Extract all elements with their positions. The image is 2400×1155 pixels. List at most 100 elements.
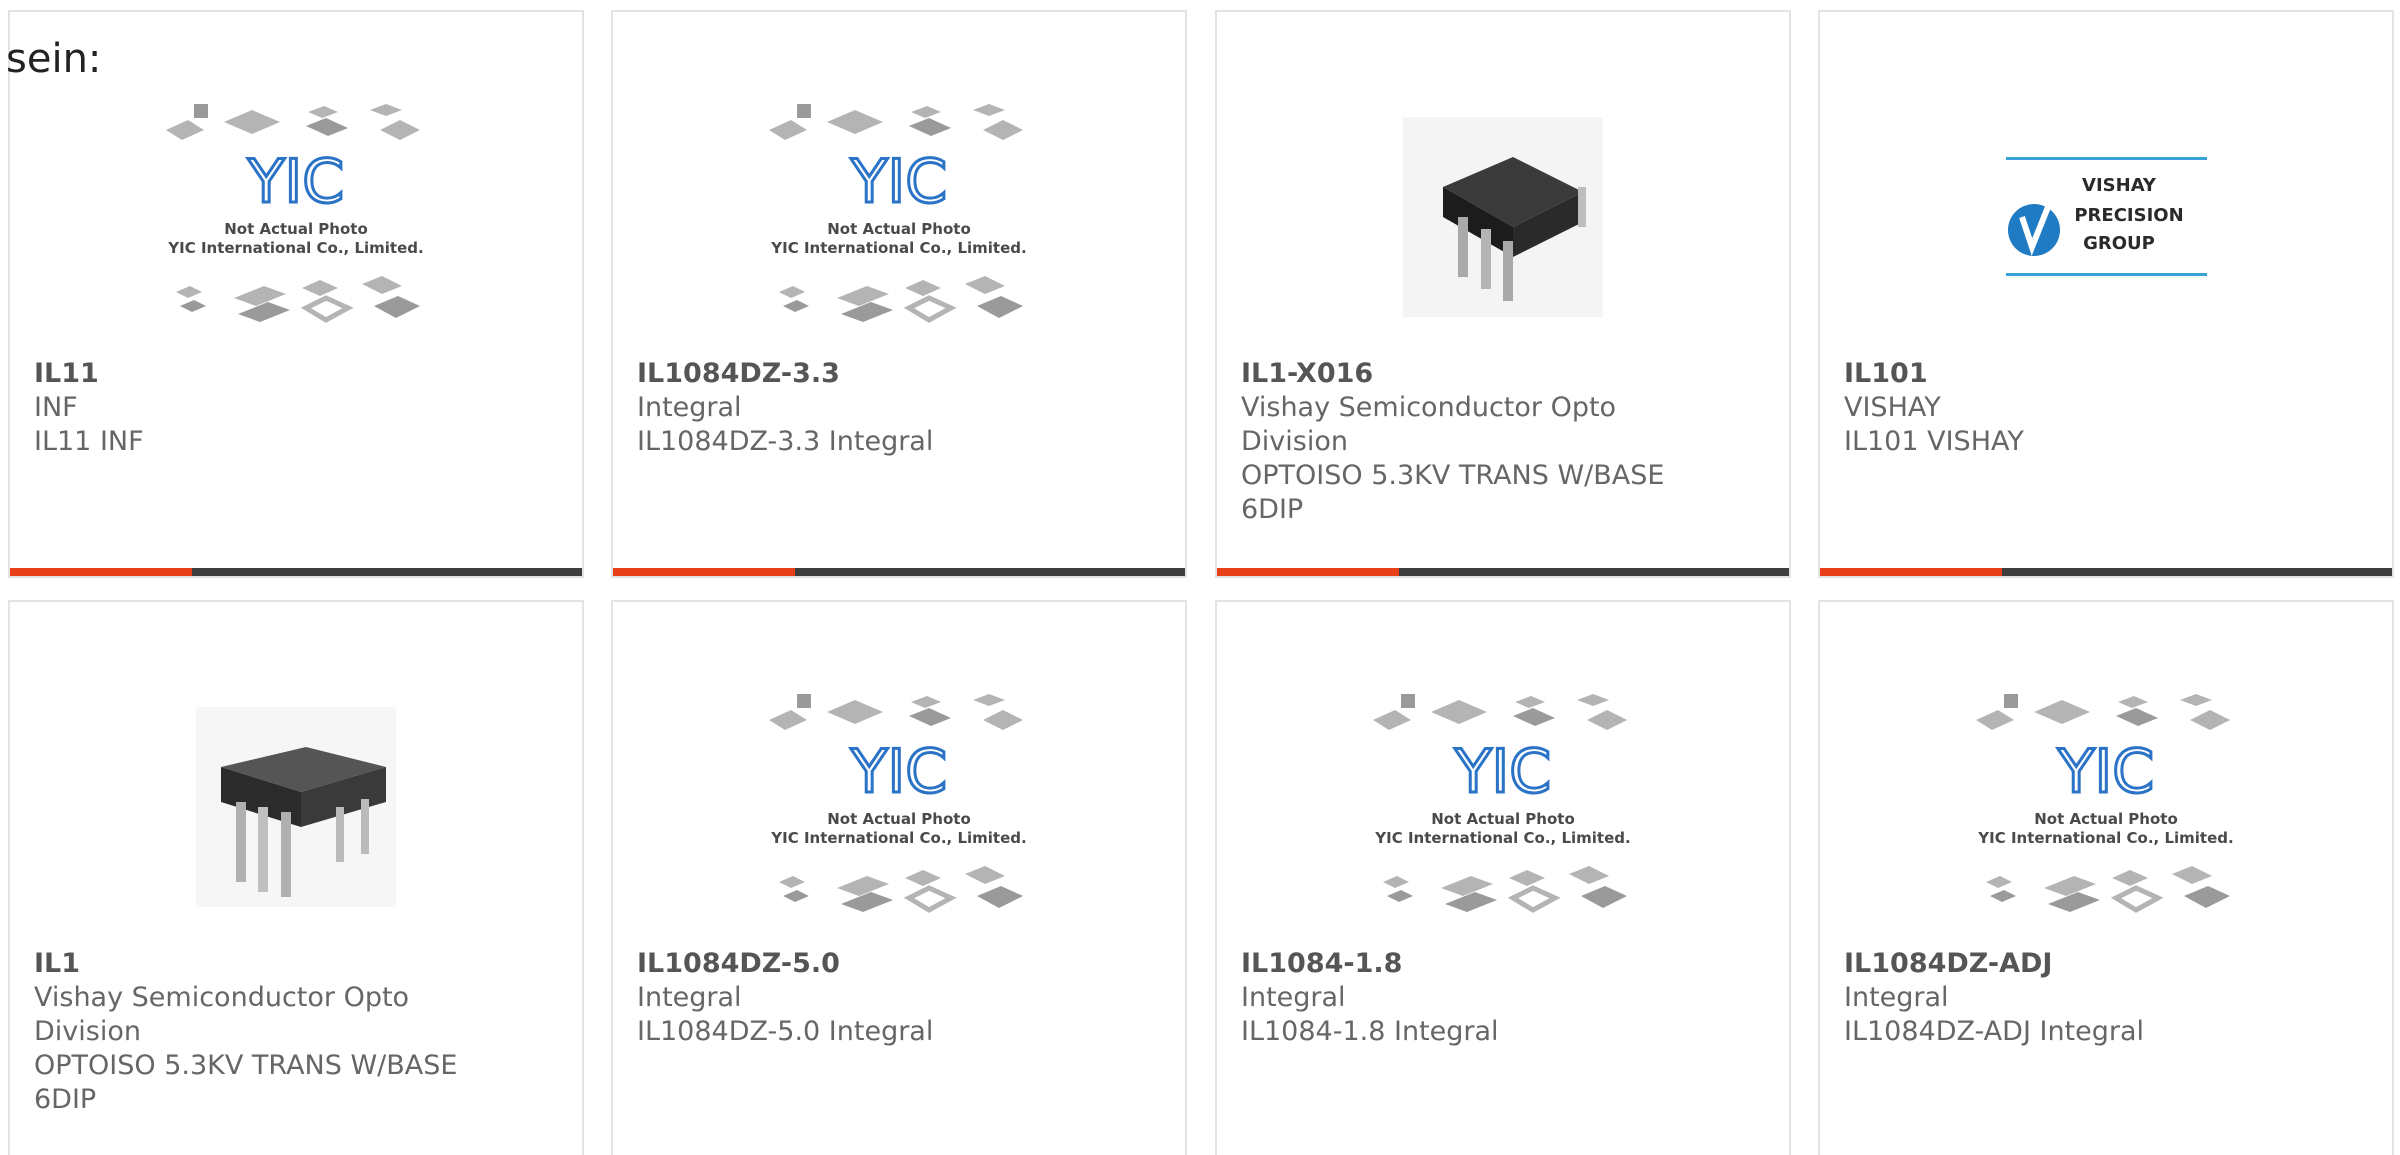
product-card[interactable]: IL1 Vishay Semiconductor Opto Division O… (8, 600, 584, 1155)
package-shape (2112, 870, 2148, 886)
product-info: IL101 VISHAY IL101 VISHAY (1844, 357, 2368, 459)
package-shape (374, 296, 420, 318)
package-shape (977, 296, 1023, 318)
package-shape (2190, 710, 2230, 730)
package-shape (797, 104, 811, 118)
product-card[interactable]: YIC Not Actual Photo YIC International Co.… (8, 10, 584, 578)
part-number[interactable]: IL1 (34, 947, 474, 981)
manufacturer: Integral (637, 392, 742, 423)
product-description: IL1084DZ-ADJ Integral (1844, 1016, 2145, 1047)
part-number[interactable]: IL1084DZ-3.3 (637, 357, 1077, 391)
package-shape (905, 870, 941, 886)
package-shape (965, 276, 1005, 294)
package-shape (1431, 700, 1487, 724)
card-accent-bar (10, 568, 192, 576)
placeholder-photo-icon: YIC Not Actual PhotoYIC International Co.… (1976, 694, 2234, 913)
package-shape (1976, 710, 2014, 730)
package-shape (779, 286, 805, 298)
package-shape (2110, 885, 2164, 913)
manufacturer: Vishay Semiconductor Opto Division (34, 982, 410, 1047)
product-info: IL1084-1.8 Integral IL1084-1.8 Integral (1241, 947, 1765, 1049)
package-shape (837, 876, 889, 896)
yic-logo-text: YIC (247, 147, 344, 217)
product-description: OPTOISO 5.3KV TRANS W/BASE 6DIP (34, 1050, 458, 1115)
part-number[interactable]: IL1-X016 (1241, 357, 1681, 391)
product-image: YIC Not Actual Photo YIC International Co.… (10, 82, 582, 352)
part-number[interactable]: IL1084DZ-5.0 (637, 947, 1077, 981)
manufacturer: Integral (1844, 982, 1949, 1013)
package-shape (973, 104, 1005, 116)
card-bottom-bar (10, 568, 582, 576)
package-shape (2184, 886, 2230, 908)
placeholder-caption-line2: YIC International Co., Limited. (167, 239, 423, 257)
package-shape (911, 696, 941, 708)
package-shape (362, 276, 402, 294)
package-shape (308, 106, 338, 118)
product-image: VISHAY PRECISION GROUP (1820, 82, 2392, 352)
package-shape (1577, 694, 1609, 706)
card-accent-bar (613, 568, 795, 576)
package-shape (194, 104, 208, 118)
product-description: IL1084DZ-5.0 Integral (637, 1016, 934, 1047)
product-info: IL1084DZ-3.3 Integral IL1084DZ-3.3 Integ… (637, 357, 1161, 459)
part-number[interactable]: IL1084-1.8 (1241, 947, 1681, 981)
package-shape (779, 876, 805, 888)
package-shape (769, 710, 807, 730)
package-shape (903, 295, 957, 323)
package-shape (1445, 892, 1497, 912)
product-image: YIC Not Actual Photo YIC International Co.… (1820, 672, 2392, 942)
package-shape (1383, 876, 1409, 888)
part-number[interactable]: IL11 (34, 357, 474, 391)
card-bottom-bar (613, 568, 1185, 576)
placeholder-photo-icon: YIC Not Actual PhotoYIC International Co.… (166, 104, 424, 323)
package-shape (1986, 876, 2012, 888)
product-card[interactable]: YIC Not Actual Photo YIC International Co.… (1818, 600, 2394, 1155)
manufacturer: VISHAY (1844, 392, 1941, 423)
yic-logo-text: YIC (850, 737, 947, 807)
product-description: OPTOISO 5.3KV TRANS W/BASE 6DIP (1241, 460, 1665, 525)
manufacturer: INF (34, 392, 78, 423)
package-shape (306, 118, 348, 136)
package-shape (1515, 696, 1545, 708)
placeholder-caption-line1: Not Actual Photo (1431, 810, 1575, 828)
product-description: IL1084DZ-3.3 Integral (637, 426, 934, 457)
package-shape (1401, 694, 1415, 708)
product-image: YIC Not Actual Photo YIC International Co.… (613, 82, 1185, 352)
placeholder-photo-icon: YIC Not Actual PhotoYIC International Co.… (1373, 694, 1631, 913)
package-shape (2004, 694, 2018, 708)
package-shape (827, 700, 883, 724)
package-shape (234, 286, 286, 306)
package-shape (973, 694, 1005, 706)
manufacturer: Integral (637, 982, 742, 1013)
placeholder-photo-icon: YIC Not Actual PhotoYIC International Co.… (769, 104, 1027, 323)
dip-chip-icon (1403, 117, 1603, 317)
product-card[interactable]: YIC Not Actual Photo YIC International Co.… (611, 10, 1187, 578)
part-number[interactable]: IL1084DZ-ADJ (1844, 947, 2284, 981)
placeholder-caption-line2: YIC International Co., Limited. (1374, 829, 1630, 847)
product-card[interactable]: YIC Not Actual Photo YIC International Co.… (1215, 600, 1791, 1155)
package-shape (909, 118, 951, 136)
placeholder-photo-icon: YIC Not Actual PhotoYIC International Co.… (769, 694, 1027, 913)
vishay-logo-line1: VISHAY (2082, 175, 2157, 196)
product-card[interactable]: YIC Not Actual Photo YIC International Co.… (611, 600, 1187, 1155)
package-shape (1373, 710, 1411, 730)
package-shape (837, 286, 889, 306)
part-number[interactable]: IL101 (1844, 357, 2284, 391)
product-card[interactable]: VISHAY PRECISION GROUP IL101 VISHAY IL10… (1818, 10, 2394, 578)
package-shape (1387, 890, 1413, 902)
yic-logo-text: YIC (850, 147, 947, 217)
product-info: IL1-X016 Vishay Semiconductor Opto Divis… (1241, 357, 1765, 527)
package-shape (783, 890, 809, 902)
package-shape (302, 280, 338, 296)
package-shape (176, 286, 202, 298)
package-shape (380, 120, 420, 140)
section-heading: sein: (6, 36, 102, 82)
package-shape (224, 110, 280, 134)
placeholder-caption-line1: Not Actual Photo (827, 810, 971, 828)
product-card[interactable]: IL1-X016 Vishay Semiconductor Opto Divis… (1215, 10, 1791, 578)
card-accent-bar (1217, 568, 1399, 576)
placeholder-caption-line2: YIC International Co., Limited. (770, 239, 1026, 257)
product-image (10, 672, 582, 942)
package-shape (827, 110, 883, 134)
dip-chip-icon (196, 707, 396, 907)
